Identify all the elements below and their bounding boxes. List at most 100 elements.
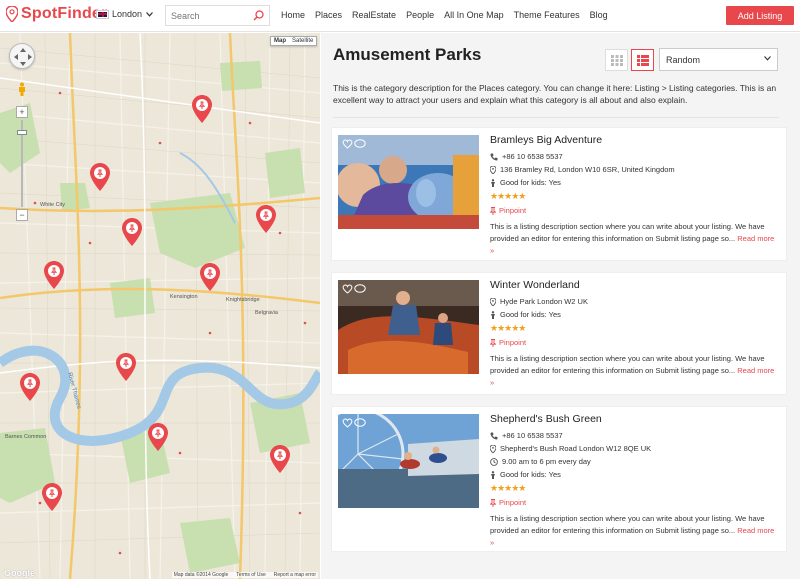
clock-icon — [490, 457, 498, 466]
phone-icon — [490, 153, 498, 160]
search-input[interactable] — [171, 10, 253, 21]
comment-icon[interactable] — [354, 284, 366, 294]
kids-icon — [491, 470, 495, 479]
map-panel[interactable]: White City Kensington Knightsbridge Belg… — [0, 33, 320, 579]
nav-places[interactable]: Places — [315, 10, 342, 20]
location-selector[interactable]: London — [96, 9, 153, 19]
heart-icon[interactable] — [342, 139, 353, 149]
listing-hours: 9.00 am to 6 pm every day — [490, 457, 780, 466]
map-pin-logo-icon — [6, 6, 18, 22]
report-map-error-link[interactable]: Report a map error — [274, 572, 316, 578]
listing-card[interactable]: Bramleys Big Adventure +86 10 6538 5537 … — [331, 127, 787, 261]
map-pan-control[interactable] — [9, 43, 35, 69]
listing-photo — [338, 135, 479, 229]
pin-icon — [490, 498, 496, 507]
map-marker-icon[interactable] — [42, 483, 62, 511]
pin-icon — [490, 338, 496, 347]
listing-excerpt: This is a listing description section wh… — [490, 222, 775, 255]
heart-icon[interactable] — [342, 284, 353, 294]
terms-of-use-link[interactable]: Terms of Use — [236, 572, 265, 578]
listing-address: Shepherd's Bush Road London W12 8QE UK — [490, 444, 780, 453]
listing-photo — [338, 280, 479, 374]
zoom-in-button[interactable]: + — [16, 106, 28, 118]
map-marker-icon[interactable] — [200, 263, 220, 291]
category-description: This is the category description for the… — [333, 83, 777, 105]
nav-realestate[interactable]: RealEstate — [352, 10, 396, 20]
nav-all-in-one-map[interactable]: All In One Map — [444, 10, 504, 20]
add-listing-button[interactable]: Add Listing — [726, 6, 794, 25]
listing-kids: Good for kids: Yes — [490, 470, 780, 479]
map-marker-icon[interactable] — [116, 353, 136, 381]
listing-card[interactable]: Winter Wonderland Hyde Park London W2 UK… — [331, 272, 787, 395]
listing-title[interactable]: Winter Wonderland — [490, 279, 780, 291]
map-marker-icon[interactable] — [90, 163, 110, 191]
map-label-belgravia: Belgravia — [255, 310, 279, 316]
map-label-barnes-common: Barnes Common — [5, 434, 46, 440]
map-marker-icon[interactable] — [148, 423, 168, 451]
kids-icon — [491, 178, 495, 187]
category-title: Amusement Parks — [333, 45, 482, 64]
grid-view-button[interactable] — [605, 49, 628, 71]
list-view-button[interactable] — [631, 49, 654, 71]
map-marker-icon[interactable] — [192, 95, 212, 123]
listing-title[interactable]: Shepherd's Bush Green — [490, 413, 780, 425]
pin-icon — [490, 206, 496, 215]
sort-select[interactable]: Random — [659, 48, 778, 71]
location-pin-icon — [490, 297, 496, 306]
rating-stars: ★★★★★ — [490, 323, 526, 333]
logo[interactable]: SpotFinder — [6, 5, 107, 23]
zoom-control: + − — [16, 106, 28, 221]
pinpoint-link[interactable]: Pinpoint — [490, 206, 780, 215]
map-footer: Google Map data ©2014 Google Terms of Us… — [0, 568, 320, 579]
map-marker-icon[interactable] — [44, 261, 64, 289]
search-icon[interactable] — [253, 10, 264, 21]
listings-panel: Amusement Parks Random This is the categ… — [321, 33, 800, 579]
pinpoint-link[interactable]: Pinpoint — [490, 498, 780, 507]
zoom-slider-thumb[interactable] — [17, 130, 27, 135]
map-marker-icon[interactable] — [270, 445, 290, 473]
rating-stars: ★★★★★ — [490, 191, 526, 201]
map-marker-icon[interactable] — [20, 373, 40, 401]
google-logo: Google — [4, 568, 35, 578]
favorite-actions — [342, 418, 366, 428]
listing-excerpt: This is a listing description section wh… — [490, 514, 775, 547]
nav-people[interactable]: People — [406, 10, 434, 20]
listing-thumbnail[interactable] — [338, 280, 479, 374]
zoom-out-button[interactable]: − — [16, 209, 28, 221]
listing-info: Bramleys Big Adventure +86 10 6538 5537 … — [490, 134, 780, 257]
main-nav: Home Places RealEstate People All In One… — [281, 10, 618, 20]
map-label-kensington: Kensington — [170, 294, 198, 300]
search-box[interactable] — [165, 5, 270, 26]
street-view-pegman-icon[interactable] — [18, 82, 26, 96]
map-type-map-button[interactable]: Map — [271, 37, 289, 45]
listing-kids: Good for kids: Yes — [490, 310, 780, 319]
listing-address: Hyde Park London W2 UK — [490, 297, 780, 306]
map-label-white-city: White City — [40, 202, 65, 208]
pan-arrows-icon — [14, 48, 32, 66]
divider — [333, 117, 779, 118]
map-label-knightsbridge: Knightsbridge — [226, 297, 260, 303]
listing-title[interactable]: Bramleys Big Adventure — [490, 134, 780, 146]
pinpoint-link[interactable]: Pinpoint — [490, 338, 780, 347]
heart-icon[interactable] — [342, 418, 353, 428]
rating-stars: ★★★★★ — [490, 483, 526, 493]
nav-home[interactable]: Home — [281, 10, 305, 20]
map-type-satellite-button[interactable]: Satellite — [289, 37, 316, 45]
phone-icon — [490, 432, 498, 439]
listing-excerpt: This is a listing description section wh… — [490, 354, 775, 387]
listing-info: Winter Wonderland Hyde Park London W2 UK… — [490, 279, 780, 389]
comment-icon[interactable] — [354, 418, 366, 428]
chevron-down-icon — [146, 11, 153, 17]
comment-icon[interactable] — [354, 139, 366, 149]
map-data-attribution: Map data ©2014 Google — [173, 572, 229, 578]
listing-card[interactable]: Shepherd's Bush Green +86 10 6538 5537 S… — [331, 406, 787, 552]
listing-thumbnail[interactable] — [338, 135, 479, 229]
map-marker-icon[interactable] — [256, 205, 276, 233]
grid-icon — [610, 54, 623, 66]
map-marker-icon[interactable] — [122, 218, 142, 246]
list-icon — [636, 54, 649, 66]
nav-theme-features[interactable]: Theme Features — [514, 10, 580, 20]
listing-thumbnail[interactable] — [338, 414, 479, 508]
nav-blog[interactable]: Blog — [590, 10, 608, 20]
listing-phone: +86 10 6538 5537 — [490, 431, 780, 440]
